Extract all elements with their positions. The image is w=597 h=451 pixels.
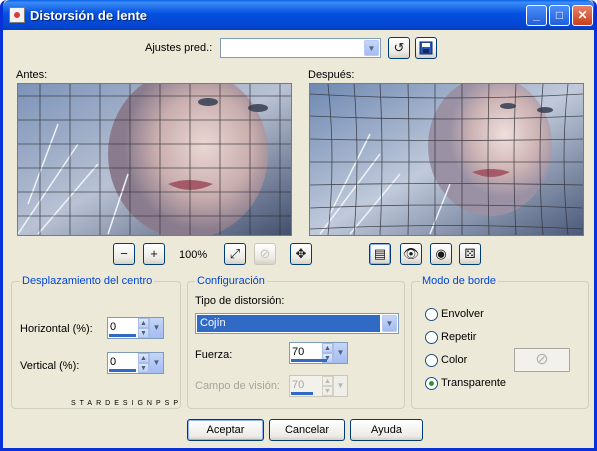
radio-repeat-label[interactable]: Repetir: [441, 331, 476, 343]
reset-preset-icon[interactable]: ↺: [388, 37, 410, 59]
vertical-slider-bar[interactable]: [109, 369, 136, 372]
vertical-label: Vertical (%):: [20, 360, 80, 372]
chevron-down-icon[interactable]: ▼: [333, 343, 347, 363]
chevron-down-icon[interactable]: ▼: [149, 318, 163, 338]
presets-dropdown[interactable]: ▼: [220, 38, 381, 58]
horizontal-label: Horizontal (%):: [20, 323, 93, 335]
maximize-button[interactable]: □: [549, 5, 570, 26]
distortion-type-value: Cojín: [197, 315, 380, 332]
field-of-view-label: Campo de visión:: [195, 380, 280, 392]
window-title: Distorsión de lente: [30, 8, 148, 23]
watermark-text: STARDESIGNPSP: [71, 400, 182, 407]
close-button[interactable]: ✕: [572, 5, 593, 26]
strength-value: 70: [292, 346, 305, 358]
cancel-button[interactable]: Cancelar: [269, 419, 345, 441]
radio-color-label[interactable]: Color: [441, 354, 467, 366]
distortion-type-dropdown[interactable]: Cojín ▼: [195, 313, 399, 334]
minimize-button[interactable]: _: [526, 5, 547, 26]
color-swatch-disabled: ⊘: [514, 348, 570, 372]
presets-label: Ajustes pred.:: [145, 42, 213, 54]
save-preset-icon[interactable]: [415, 37, 437, 59]
configuration-title: Configuración: [195, 275, 267, 287]
border-mode-title: Modo de borde: [420, 275, 498, 287]
radio-color[interactable]: [425, 354, 438, 367]
radio-wrap-label[interactable]: Envolver: [441, 308, 484, 320]
zoom-out-icon[interactable]: −: [113, 243, 135, 265]
chevron-down-icon: ▼: [333, 376, 347, 396]
zoom-level: 100%: [179, 249, 208, 261]
before-preview[interactable]: [17, 83, 292, 236]
center-offset-group: [11, 281, 181, 409]
fit-to-window-icon[interactable]: ⤢: [224, 243, 246, 265]
preview-toggle-icon[interactable]: ▤: [369, 243, 391, 265]
radio-repeat[interactable]: [425, 331, 438, 344]
randomize-icon[interactable]: ⚄: [459, 243, 481, 265]
proof-icon[interactable]: ◉: [430, 243, 452, 265]
border-mode-group: [411, 281, 589, 409]
app-icon: [9, 7, 25, 23]
horizontal-slider-bar[interactable]: [109, 334, 136, 337]
vertical-value: 0: [110, 356, 117, 368]
navigate-disabled-icon: ⊘: [254, 243, 276, 265]
distortion-type-label: Tipo de distorsión:: [195, 295, 285, 307]
horizontal-spin-buttons[interactable]: ▲ ▼: [138, 318, 149, 338]
radio-transparent-label[interactable]: Transparente: [441, 377, 506, 389]
before-label: Antes:: [16, 69, 48, 81]
field-of-view-stepper: 70 ▲ ▼ ▼: [289, 375, 348, 397]
field-of-view-value: 70: [292, 379, 305, 391]
after-label: Después:: [308, 69, 355, 81]
ok-button[interactable]: Aceptar: [187, 419, 264, 441]
vertical-spin-buttons[interactable]: ▲ ▼: [138, 353, 149, 373]
center-offset-title: Desplazamiento del centro: [20, 275, 155, 287]
help-button[interactable]: Ayuda: [350, 419, 423, 441]
horizontal-value: 0: [110, 321, 117, 333]
after-preview[interactable]: [309, 83, 584, 236]
dialog-window: Distorsión de lente _ □ ✕ Ajustes pred.:…: [0, 0, 597, 451]
strength-stepper[interactable]: 70 ▲ ▼ ▼: [289, 342, 348, 364]
title-bar[interactable]: Distorsión de lente _ □ ✕: [3, 0, 594, 30]
strength-slider-bar[interactable]: [291, 359, 327, 362]
field-of-view-spin-buttons: ▲ ▼: [322, 376, 333, 396]
chevron-down-icon[interactable]: ▼: [149, 353, 163, 373]
chevron-down-icon[interactable]: ▼: [382, 315, 397, 332]
no-entry-icon: ⊘: [535, 351, 549, 368]
auto-proof-icon[interactable]: 👁: [400, 243, 422, 265]
radio-wrap[interactable]: [425, 308, 438, 321]
radio-transparent[interactable]: [425, 377, 438, 390]
chevron-down-icon[interactable]: ▼: [364, 40, 379, 56]
field-of-view-slider-bar: [291, 392, 313, 395]
strength-label: Fuerza:: [195, 349, 233, 361]
zoom-in-icon[interactable]: +: [143, 243, 165, 265]
move-icon[interactable]: ✥: [290, 243, 312, 265]
vertical-stepper[interactable]: 0 ▲ ▼ ▼: [107, 352, 164, 374]
horizontal-stepper[interactable]: 0 ▲ ▼ ▼: [107, 317, 164, 339]
